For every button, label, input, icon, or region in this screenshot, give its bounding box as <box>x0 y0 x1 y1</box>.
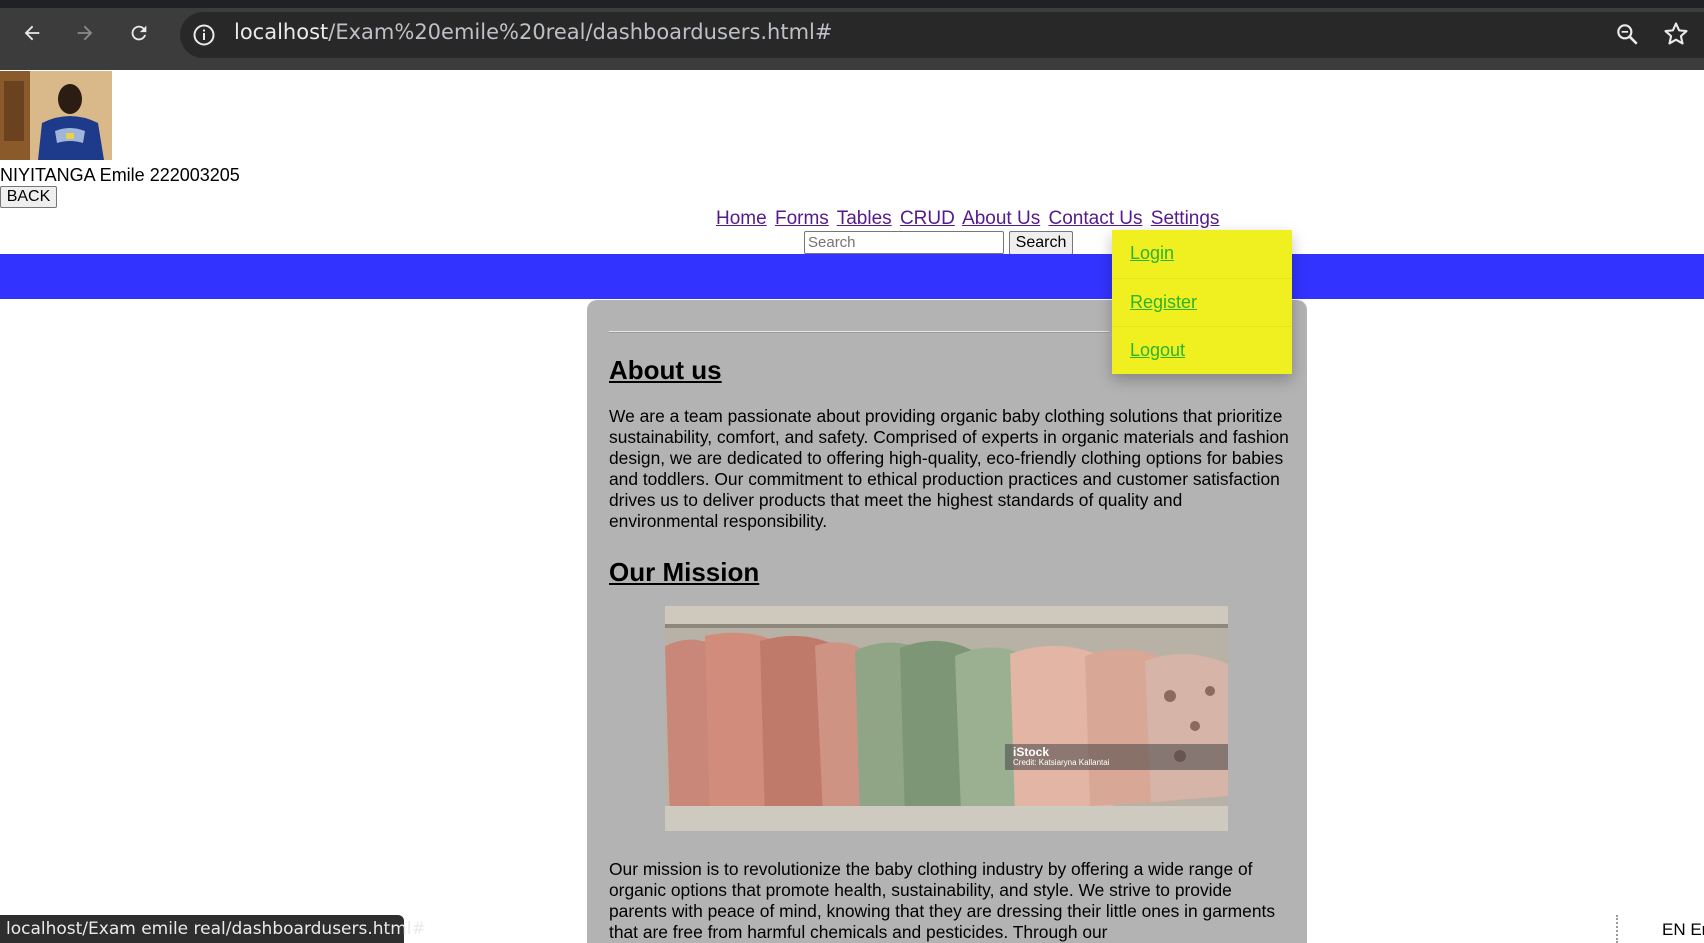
url-host: localhost <box>234 20 329 44</box>
search-input[interactable] <box>804 231 1004 254</box>
browser-toolbar: localhost/Exam%20emile%20real/dashboardu… <box>0 0 1704 70</box>
clothes-illustration <box>665 606 1228 831</box>
nav-link-tables[interactable]: Tables <box>837 208 892 229</box>
about-paragraph: We are a team passionate about providing… <box>609 406 1289 531</box>
user-name-id: NIYITANGA Emile 222003205 <box>0 165 240 185</box>
mission-paragraph: Our mission is to revolutionize the baby… <box>609 859 1276 942</box>
menu-item-logout[interactable]: Logout <box>1112 326 1292 374</box>
link-status-bar: localhost/Exam emile real/dashboardusers… <box>0 915 426 943</box>
bookmark-star-icon[interactable] <box>1662 20 1690 48</box>
reload-icon[interactable] <box>125 19 153 47</box>
web-page: NIYITANGA Emile 222003205 BACK Home Form… <box>0 70 1704 943</box>
back-arrow-icon[interactable] <box>18 19 46 47</box>
nav-link-forms[interactable]: Forms <box>775 208 829 229</box>
taskbar-divider <box>1616 915 1618 943</box>
baby-clothes-image: iStock Credit: Katsiaryna Kallantai <box>665 606 1228 831</box>
back-button[interactable]: BACK <box>0 186 57 208</box>
about-card: About us We are a team passionate about … <box>587 300 1307 943</box>
tab-strip <box>0 0 1704 8</box>
nav-link-home[interactable]: Home <box>716 208 767 229</box>
menu-item-login[interactable]: Login <box>1112 230 1292 278</box>
image-credit: Credit: Katsiaryna Kallantai <box>1013 758 1110 767</box>
forward-arrow-icon[interactable] <box>71 19 99 47</box>
about-heading: About us <box>609 355 722 385</box>
header-band <box>0 254 1704 299</box>
site-info-icon[interactable] <box>192 23 216 47</box>
nav-link-crud[interactable]: CRUD <box>900 208 955 229</box>
address-url[interactable]: localhost/Exam%20emile%20real/dashboardu… <box>234 20 833 44</box>
nav-link-settings[interactable]: Settings <box>1151 208 1220 229</box>
zoom-icon[interactable] <box>1614 21 1640 47</box>
profile-photo <box>0 71 112 160</box>
divider <box>609 331 1109 333</box>
url-path: /Exam%20emile%20real/dashboardusers.html… <box>328 20 833 44</box>
search-button[interactable]: Search <box>1009 231 1073 255</box>
istock-logo-text: iStock <box>1013 745 1050 759</box>
nav-link-about-us[interactable]: About Us <box>962 208 1040 229</box>
language-indicator[interactable]: EN Er <box>1662 920 1704 940</box>
istock-watermark: iStock Credit: Katsiaryna Kallantai <box>1005 744 1228 770</box>
menu-item-register[interactable]: Register <box>1112 278 1292 326</box>
mission-heading: Our Mission <box>609 557 760 587</box>
nav-link-contact-us[interactable]: Contact Us <box>1049 208 1143 229</box>
settings-dropdown: Login Register Logout <box>1112 230 1292 374</box>
main-nav: Home Forms Tables CRUD About Us Contact … <box>716 208 1222 230</box>
